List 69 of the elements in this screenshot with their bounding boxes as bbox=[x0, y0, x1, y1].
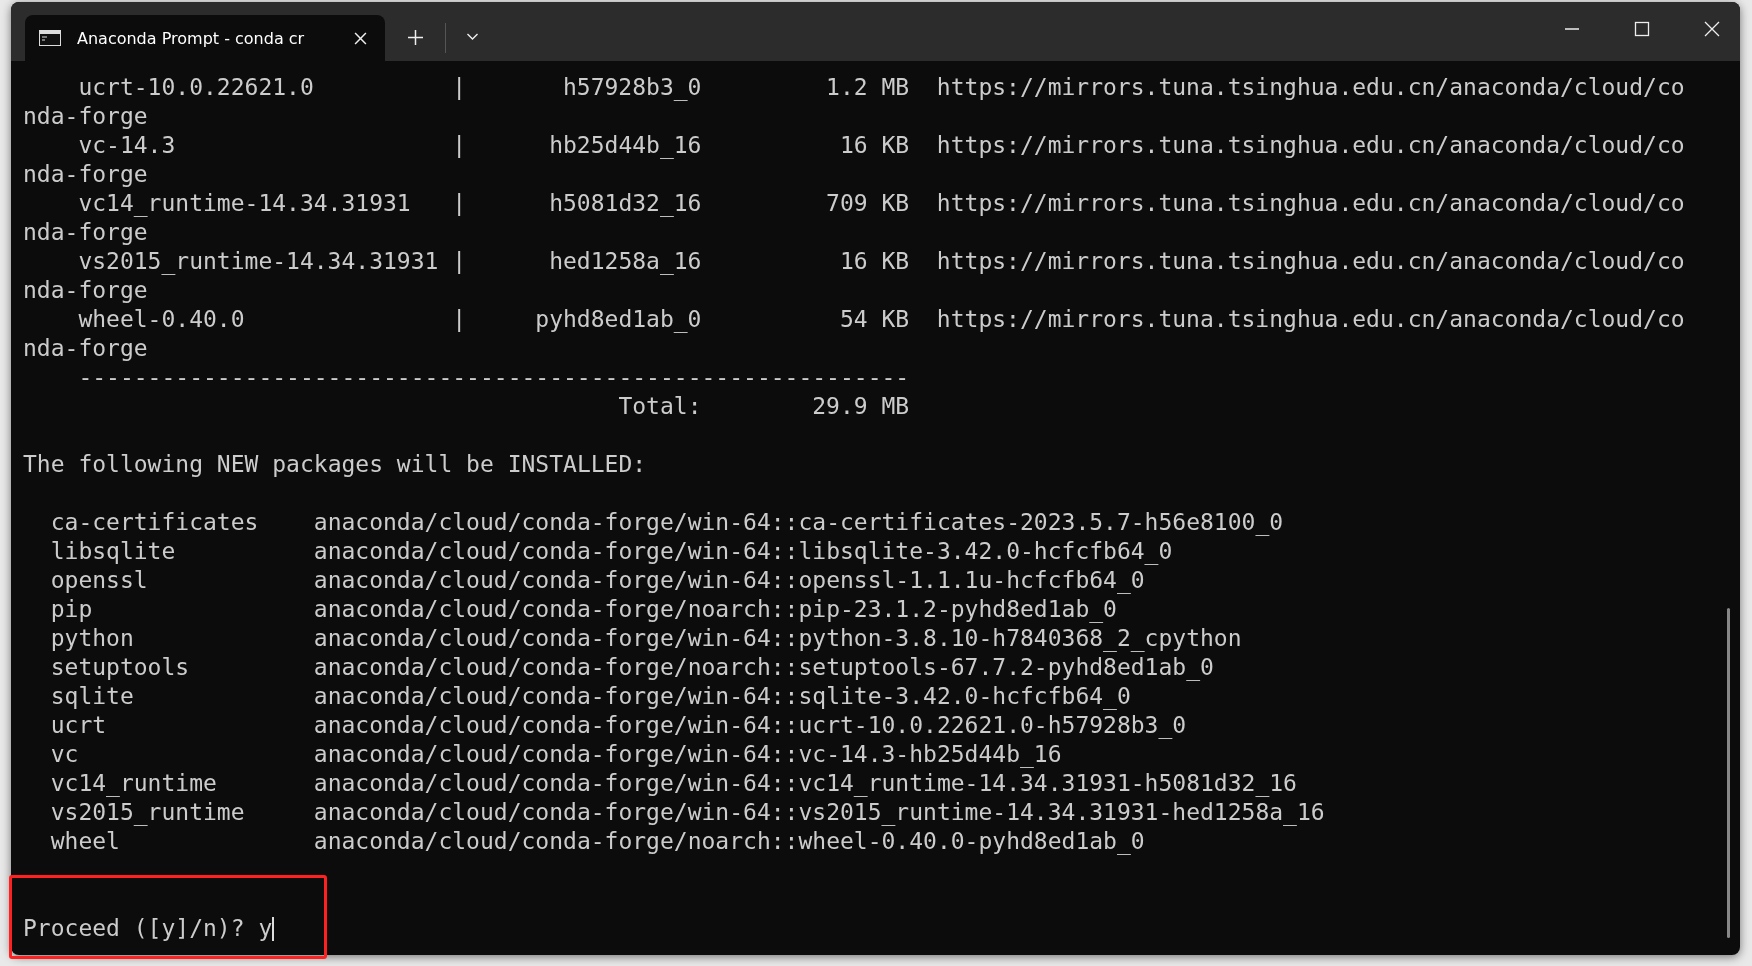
package-name: sqlite bbox=[50, 682, 135, 711]
channel-url-wrap: nda-forge bbox=[23, 160, 148, 189]
column-separator: | bbox=[452, 189, 467, 218]
package-spec: anaconda/cloud/conda-forge/noarch::setuptools-67.7.2-pyhd8ed1ab_0 bbox=[313, 653, 1214, 682]
close-tab-icon[interactable] bbox=[354, 31, 367, 45]
package-size: 1.2 MB bbox=[825, 73, 910, 102]
package-name: libsqlite bbox=[50, 537, 177, 566]
channel-url-wrap: nda-forge bbox=[23, 334, 148, 363]
column-separator: | bbox=[452, 247, 467, 276]
package-spec: anaconda/cloud/conda-forge/noarch::wheel-0.40.0-pyhd8ed1ab_0 bbox=[313, 827, 1145, 856]
channel-url: https://mirrors.tuna.tsinghua.edu.cn/anaconda/cloud/co bbox=[936, 131, 1685, 160]
maximize-icon[interactable] bbox=[1634, 21, 1650, 37]
package-size: 16 KB bbox=[838, 247, 910, 276]
column-separator: | bbox=[452, 73, 467, 102]
package-spec: anaconda/cloud/conda-forge/noarch::pip-23.1.2-pyhd8ed1ab_0 bbox=[313, 595, 1117, 624]
column-separator: | bbox=[452, 305, 467, 334]
close-icon[interactable] bbox=[1704, 21, 1720, 37]
terminal-tab[interactable]: Anaconda Prompt - conda cr bbox=[25, 15, 385, 61]
dashed-rule: ------------------------------------------------------------ bbox=[78, 363, 910, 392]
package-name: pip bbox=[50, 595, 94, 624]
build-string: h5081d32_16 bbox=[548, 189, 702, 218]
package-name: vs2015_runtime-14.34.31931 bbox=[78, 247, 440, 276]
total-size: 29.9 MB bbox=[811, 392, 910, 421]
package-spec: anaconda/cloud/conda-forge/win-64::libsqlite-3.42.0-hcfcfb64_0 bbox=[313, 537, 1173, 566]
package-name: ucrt bbox=[50, 711, 108, 740]
dropdown-chevron-icon[interactable] bbox=[466, 33, 479, 41]
terminal-icon bbox=[39, 30, 61, 46]
package-size: 16 KB bbox=[838, 131, 910, 160]
package-name: ucrt-10.0.22621.0 bbox=[78, 73, 315, 102]
channel-url-wrap: nda-forge bbox=[23, 218, 148, 247]
channel-url: https://mirrors.tuna.tsinghua.edu.cn/anaconda/cloud/co bbox=[936, 189, 1685, 218]
package-name: vc14_runtime bbox=[50, 769, 218, 798]
install-heading: The following NEW packages will be INSTALLED: bbox=[23, 450, 647, 479]
package-name: vc bbox=[50, 740, 80, 769]
package-name: python bbox=[50, 624, 135, 653]
package-spec: anaconda/cloud/conda-forge/win-64::ca-certificates-2023.5.7-h56e8100_0 bbox=[313, 508, 1284, 537]
total-label: Total: bbox=[617, 392, 702, 421]
package-spec: anaconda/cloud/conda-forge/win-64::vc-14.3-hb25d44b_16 bbox=[313, 740, 1062, 769]
build-string: pyhd8ed1ab_0 bbox=[534, 305, 702, 334]
build-string: hed1258a_16 bbox=[548, 247, 702, 276]
scrollbar-thumb[interactable] bbox=[1727, 608, 1730, 938]
build-string: hb25d44b_16 bbox=[548, 131, 702, 160]
package-spec: anaconda/cloud/conda-forge/win-64::sqlite-3.42.0-hcfcfb64_0 bbox=[313, 682, 1131, 711]
package-spec: anaconda/cloud/conda-forge/win-64::python-3.8.10-h7840368_2_cpython bbox=[313, 624, 1242, 653]
channel-url-wrap: nda-forge bbox=[23, 276, 148, 305]
package-size: 54 KB bbox=[838, 305, 910, 334]
text-cursor bbox=[272, 917, 275, 941]
package-name: vs2015_runtime bbox=[50, 798, 246, 827]
package-name: wheel bbox=[50, 827, 121, 856]
new-tab-icon[interactable] bbox=[408, 30, 423, 45]
channel-url: https://mirrors.tuna.tsinghua.edu.cn/anaconda/cloud/co bbox=[936, 247, 1685, 276]
package-spec: anaconda/cloud/conda-forge/win-64::openssl-1.1.1u-hcfcfb64_0 bbox=[313, 566, 1145, 595]
package-spec: anaconda/cloud/conda-forge/win-64::ucrt-10.0.22621.0-h57928b3_0 bbox=[313, 711, 1187, 740]
channel-url: https://mirrors.tuna.tsinghua.edu.cn/anaconda/cloud/co bbox=[936, 305, 1685, 334]
package-spec: anaconda/cloud/conda-forge/win-64::vs2015_runtime-14.34.31931-hed1258a_16 bbox=[313, 798, 1325, 827]
column-separator: | bbox=[452, 131, 467, 160]
proceed-prompt: Proceed ([y]/n)? bbox=[23, 914, 245, 943]
package-name: openssl bbox=[50, 566, 149, 595]
typed-answer[interactable]: y bbox=[258, 914, 273, 943]
package-name: ca-certificates bbox=[50, 508, 260, 537]
channel-url-wrap: nda-forge bbox=[23, 102, 148, 131]
package-name: vc-14.3 bbox=[78, 131, 177, 160]
package-size: 709 KB bbox=[825, 189, 910, 218]
package-spec: anaconda/cloud/conda-forge/win-64::vc14_runtime-14.34.31931-h5081d32_16 bbox=[313, 769, 1297, 798]
package-name: vc14_runtime-14.34.31931 bbox=[78, 189, 412, 218]
build-string: h57928b3_0 bbox=[562, 73, 702, 102]
channel-url: https://mirrors.tuna.tsinghua.edu.cn/anaconda/cloud/co bbox=[936, 73, 1685, 102]
package-name: wheel-0.40.0 bbox=[78, 305, 246, 334]
package-name: setuptools bbox=[50, 653, 191, 682]
